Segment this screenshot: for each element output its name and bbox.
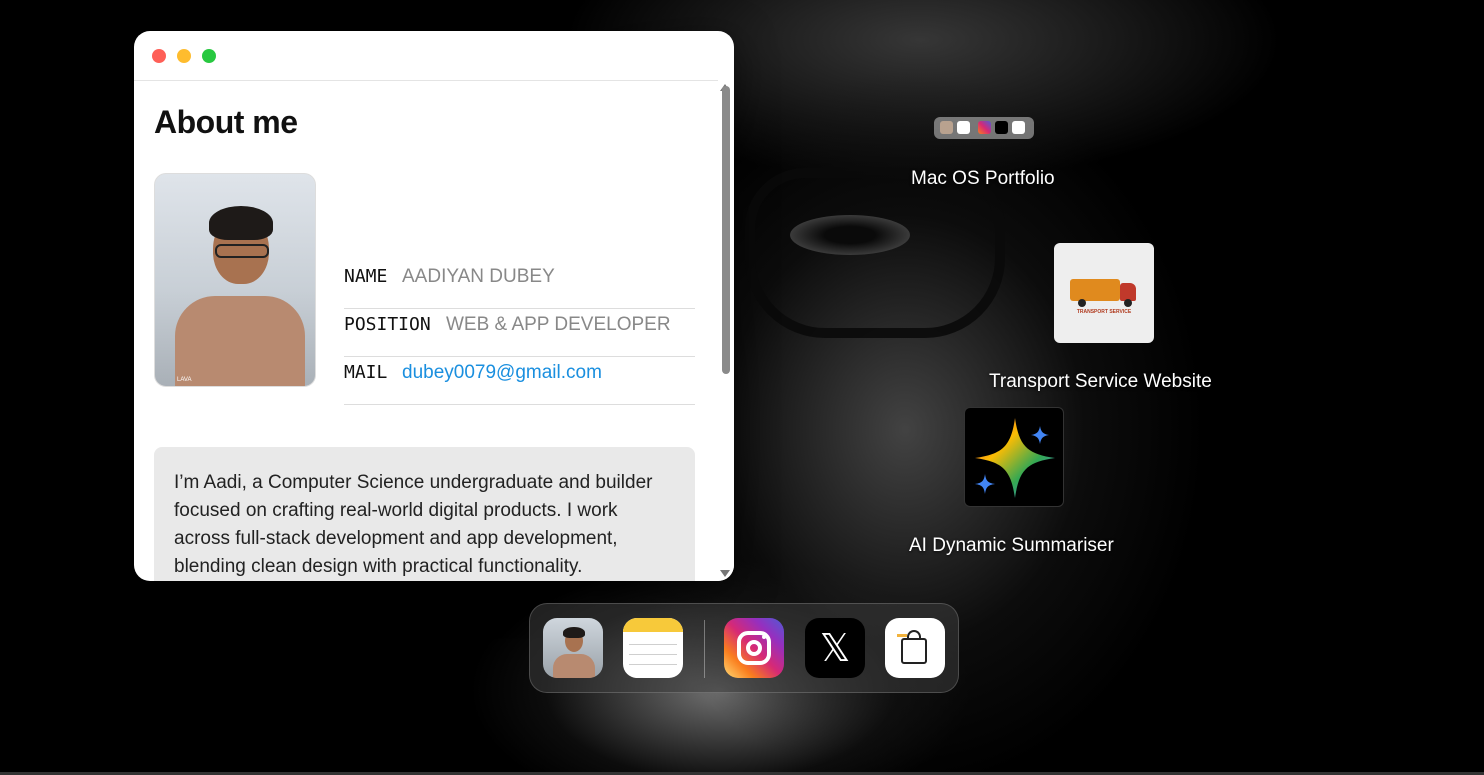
window-title: About me xyxy=(154,104,298,140)
truck-body xyxy=(1070,279,1120,301)
mini-x-icon xyxy=(995,121,1008,134)
window-titlebar[interactable] xyxy=(134,31,734,81)
transport-logo-text: TRANSPORT SERVICE xyxy=(1076,309,1132,315)
minimize-window-button[interactable] xyxy=(177,49,191,63)
mail-field: MAIL dubey0079@gmail.com xyxy=(344,354,695,405)
mini-shop-icon xyxy=(1012,121,1025,134)
truck-wheel xyxy=(1078,299,1086,307)
desktop-label-macos-portfolio[interactable]: Mac OS Portfolio xyxy=(911,168,1055,190)
gemini-sparkle-icon[interactable] xyxy=(964,407,1064,507)
window-content: About me LAVA NAME AADIYAN DUBEY POSITIO… xyxy=(154,80,695,581)
mini-notes-icon xyxy=(957,121,970,134)
name-label: NAME xyxy=(344,266,388,287)
bio-text: I’m Aadi, a Computer Science undergradua… xyxy=(154,447,695,581)
truck-wheel xyxy=(1124,299,1132,307)
gemini-sparkle-svg xyxy=(975,418,1055,498)
mail-link[interactable]: dubey0079@gmail.com xyxy=(402,362,602,384)
dock-notes-button[interactable] xyxy=(623,618,683,678)
close-window-button[interactable] xyxy=(152,49,166,63)
shopping-bag-icon xyxy=(901,638,927,664)
notes-icon xyxy=(623,618,683,632)
desktop-label-ai-summariser[interactable]: AI Dynamic Summariser xyxy=(909,535,1114,557)
name-field: NAME AADIYAN DUBEY xyxy=(344,258,695,309)
macos-portfolio-icon[interactable] xyxy=(934,117,1034,139)
dock-shop-button[interactable] xyxy=(885,618,945,678)
desktop-label-transport-service[interactable]: Transport Service Website xyxy=(989,371,1212,393)
scroll-thumb[interactable] xyxy=(722,86,730,374)
profile-photo-icon xyxy=(563,627,585,638)
profile-photo: LAVA xyxy=(154,173,316,387)
window-scrollbar[interactable] xyxy=(718,80,734,581)
info-fields: NAME AADIYAN DUBEY POSITION WEB & APP DE… xyxy=(344,258,695,405)
transport-truck-icon[interactable]: TRANSPORT SERVICE xyxy=(1054,243,1154,343)
dock: 𝕏 xyxy=(529,603,959,693)
mini-profile-icon xyxy=(940,121,953,134)
position-field: POSITION WEB & APP DEVELOPER xyxy=(344,306,695,357)
position-value: WEB & APP DEVELOPER xyxy=(446,314,671,335)
dock-about-me-button[interactable] xyxy=(543,618,603,678)
mini-instagram-icon xyxy=(978,121,991,134)
maximize-window-button[interactable] xyxy=(202,49,216,63)
x-icon: 𝕏 xyxy=(819,626,851,670)
position-label: POSITION xyxy=(344,314,431,335)
profile-watermark: LAVA xyxy=(177,377,192,383)
dock-instagram-button[interactable] xyxy=(724,618,784,678)
dock-x-button[interactable]: 𝕏 xyxy=(805,618,865,678)
dock-separator xyxy=(704,620,705,678)
scroll-down-arrow-icon[interactable] xyxy=(720,570,730,577)
mail-label: MAIL xyxy=(344,362,388,383)
background-eye xyxy=(790,215,910,255)
name-value: AADIYAN DUBEY xyxy=(402,266,555,287)
about-me-window: About me LAVA NAME AADIYAN DUBEY POSITIO… xyxy=(134,31,734,581)
